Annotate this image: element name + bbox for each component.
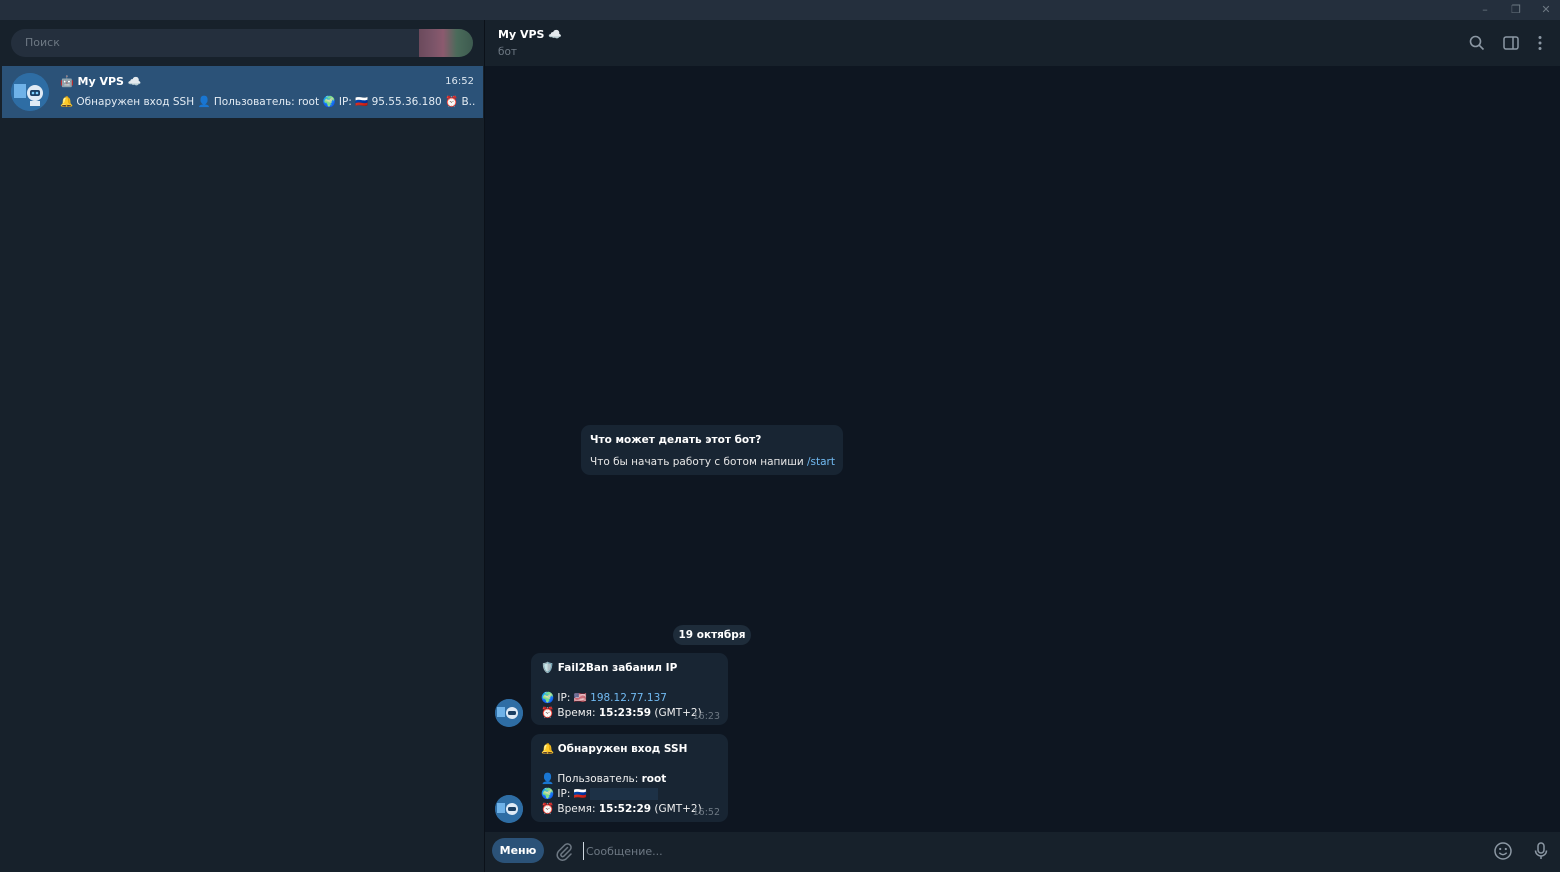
sidebar-toggle-icon[interactable] — [1502, 34, 1520, 52]
maximize-button[interactable]: ❐ — [1509, 3, 1523, 17]
redacted-ip — [590, 788, 659, 800]
message-timestamp: 16:23 — [692, 711, 720, 722]
minimize-button[interactable]: – — [1478, 3, 1492, 17]
chat-header[interactable]: My VPS ☁️ бот — [485, 20, 1560, 66]
close-button[interactable]: ✕ — [1539, 3, 1553, 17]
chat-list-panel: Поиск 🤖 My VPS ☁️ 16:52 🔔 Обнаружен вход… — [0, 20, 484, 872]
bot-avatar[interactable] — [495, 795, 523, 823]
message-time-line: ⏰ Время: 15:52:29 (GMT+2) — [541, 803, 702, 815]
message-composer: Меню — [485, 832, 1560, 872]
bot-menu-button[interactable]: Меню — [492, 838, 544, 863]
chat-preview: 🔔 Обнаружен вход SSH 👤 Пользователь: roo… — [60, 96, 475, 108]
title-bar: – ❐ ✕ — [0, 0, 1560, 20]
message-bubble[interactable]: 🔔 Обнаружен вход SSH 👤 Пользователь: roo… — [531, 734, 728, 822]
microphone-icon[interactable] — [1531, 841, 1551, 861]
message-title: 🛡️ Fail2Ban забанил IP — [541, 662, 678, 674]
date-separator: 19 октября — [673, 625, 751, 645]
emoji-icon[interactable] — [1493, 841, 1513, 861]
message-timestamp: 16:52 — [692, 807, 720, 818]
ip-link[interactable]: 198.12.77.137 — [590, 692, 667, 704]
start-command-link[interactable]: /start — [807, 456, 835, 468]
message-bubble[interactable]: 🛡️ Fail2Ban забанил IP 🌍 IP: 🇺🇸 198.12.7… — [531, 653, 728, 725]
search-thumbnail — [419, 29, 473, 57]
bot-intro-card: Что может делать этот бот? Что бы начать… — [581, 425, 843, 475]
intro-text: Что бы начать работу с ботом напиши /sta… — [590, 456, 835, 468]
message-time-line: ⏰ Время: 15:23:59 (GMT+2) — [541, 707, 702, 719]
message-ip-line: 🌍 IP: 🇷🇺 — [541, 787, 659, 800]
search-icon[interactable] — [1468, 34, 1486, 52]
chat-time: 16:52 — [445, 76, 474, 87]
message-title: 🔔 Обнаружен вход SSH — [541, 743, 688, 755]
message-ip-line: 🌍 IP: 🇺🇸 198.12.77.137 — [541, 692, 667, 704]
attach-icon[interactable] — [554, 841, 574, 861]
chat-name: 🤖 My VPS ☁️ — [60, 75, 142, 88]
chat-list-item[interactable]: 🤖 My VPS ☁️ 16:52 🔔 Обнаружен вход SSH 👤… — [2, 66, 483, 118]
bot-avatar[interactable] — [495, 699, 523, 727]
message-input[interactable] — [583, 842, 1466, 860]
chat-subtitle: бот — [498, 46, 518, 58]
search-input[interactable]: Поиск — [25, 36, 60, 49]
intro-title: Что может делать этот бот? — [590, 434, 762, 446]
chat-title[interactable]: My VPS ☁️ — [498, 28, 562, 41]
message-user-line: 👤 Пользователь: root — [541, 773, 667, 785]
more-options-icon[interactable] — [1531, 34, 1549, 52]
bot-avatar — [11, 73, 49, 111]
search-box[interactable]: Поиск — [11, 29, 473, 57]
